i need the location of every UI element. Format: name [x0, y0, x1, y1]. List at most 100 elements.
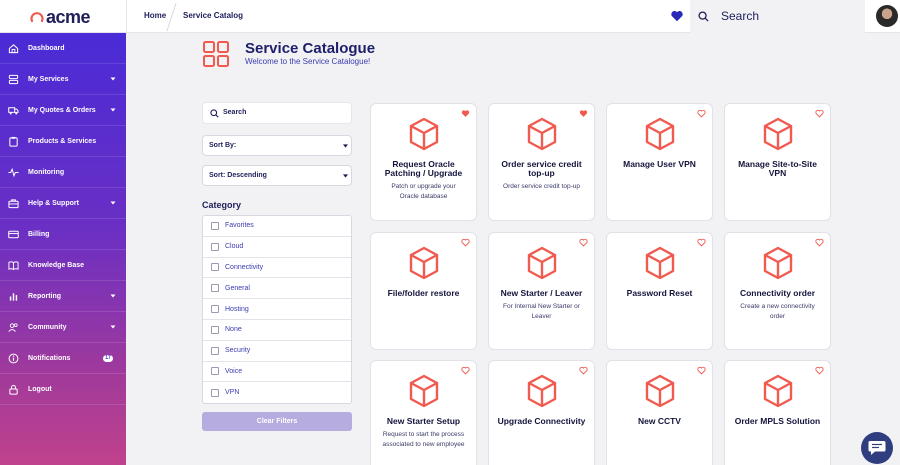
- checkbox[interactable]: [211, 263, 219, 272]
- category-filter-cloud[interactable]: Cloud: [203, 237, 351, 258]
- checkbox[interactable]: [211, 388, 219, 397]
- users-icon: [8, 322, 18, 332]
- sidebar-item-notifications[interactable]: Notifications 17: [0, 343, 126, 374]
- heart-outline-icon[interactable]: [697, 366, 706, 375]
- sidebar-item-label: Dashboard: [28, 44, 65, 52]
- cube-icon: [527, 374, 557, 408]
- sidebar-item-monitoring[interactable]: Monitoring: [0, 157, 126, 188]
- logo-text: acme: [46, 6, 91, 27]
- truck-icon: [8, 106, 19, 115]
- sort-order-select[interactable]: Sort: Descending: [202, 165, 352, 186]
- service-card[interactable]: Connectivity order Create a new connectiv…: [724, 232, 831, 350]
- sidebar-item-reporting[interactable]: Reporting: [0, 281, 126, 312]
- search-icon: [210, 109, 219, 118]
- checkbox[interactable]: [211, 221, 219, 230]
- service-card[interactable]: New Starter Setup Request to start the pr…: [370, 360, 477, 465]
- category-filter-favorites[interactable]: Favorites: [203, 216, 351, 237]
- category-filter-voice[interactable]: Voice: [203, 362, 351, 383]
- service-card-description: Order service credit top-up: [503, 183, 580, 190]
- service-card[interactable]: File/folder restore: [370, 232, 477, 350]
- sidebar-item-label: Billing: [28, 230, 50, 238]
- home-icon: [8, 43, 19, 53]
- divider: [126, 0, 127, 33]
- sort-order-label: Sort: Descending: [209, 172, 267, 179]
- breadcrumb-current: Service Catalog: [183, 11, 244, 20]
- sidebar-item-my-quotes-orders[interactable]: My Quotes & Orders: [0, 95, 126, 126]
- sidebar-item-knowledge-base[interactable]: Knowledge Base: [0, 250, 126, 281]
- checkbox[interactable]: [211, 284, 219, 293]
- chevron-down-icon: [110, 294, 116, 298]
- breadcrumb-separator: [166, 3, 177, 31]
- service-card[interactable]: Password Reset: [606, 232, 713, 350]
- service-card-description: Create a new connectivity order: [740, 303, 815, 320]
- user-avatar[interactable]: [876, 5, 898, 27]
- service-card[interactable]: Order service credit top-up Order service…: [488, 103, 595, 221]
- search-icon: [698, 11, 709, 22]
- heart-outline-icon[interactable]: [461, 366, 470, 375]
- breadcrumb-home-link[interactable]: Home: [144, 11, 166, 20]
- sidebar-item-community[interactable]: Community: [0, 312, 126, 343]
- checkbox[interactable]: [211, 325, 219, 334]
- sidebar-item-label: Logout: [28, 385, 52, 393]
- logo[interactable]: acme: [30, 6, 91, 28]
- category-filter-security[interactable]: Security: [203, 341, 351, 362]
- service-card-title: New CCTV: [638, 416, 681, 426]
- category-filter-vpn[interactable]: VPN: [203, 382, 351, 403]
- heart-outline-icon[interactable]: [697, 238, 706, 247]
- search-placeholder: Search: [223, 109, 247, 116]
- heart-outline-icon[interactable]: [815, 366, 824, 375]
- service-card[interactable]: Upgrade Connectivity: [488, 360, 595, 465]
- clipboard-icon: [9, 136, 18, 147]
- caret-down-icon: [343, 174, 348, 178]
- category-filter-general[interactable]: General: [203, 278, 351, 300]
- sidebar-item-label: Knowledge Base: [28, 261, 85, 269]
- sidebar-item-my-services[interactable]: My Services: [0, 64, 126, 95]
- catalogue-search-input[interactable]: Search: [202, 102, 352, 124]
- favorites-heart-icon[interactable]: [670, 9, 684, 23]
- checkbox[interactable]: [211, 346, 219, 355]
- category-label: Favorites: [225, 222, 254, 230]
- checkbox[interactable]: [211, 242, 219, 251]
- cube-icon: [527, 117, 557, 151]
- sidebar-item-billing[interactable]: Billing: [0, 219, 126, 250]
- category-filter-none[interactable]: None: [203, 320, 351, 341]
- service-card[interactable]: New CCTV: [606, 360, 713, 465]
- heart-outline-icon[interactable]: [579, 238, 588, 247]
- sidebar: Dashboard My Services My Quotes & Orders Pr…: [0, 33, 126, 465]
- page-title: Service Catalogue: [245, 40, 376, 57]
- heart-filled-icon[interactable]: [461, 109, 470, 118]
- clear-filters-button[interactable]: Clear Filters: [202, 412, 352, 431]
- heart-outline-icon[interactable]: [579, 366, 588, 375]
- global-search-input[interactable]: Search: [690, 0, 865, 33]
- service-card[interactable]: Order MPLS Solution: [724, 360, 831, 465]
- service-card[interactable]: Manage User VPN: [606, 103, 713, 221]
- sort-by-select[interactable]: Sort By:: [202, 135, 352, 156]
- sidebar-item-help-support[interactable]: Help & Support: [0, 188, 126, 219]
- category-label: VPN: [225, 389, 240, 397]
- chat-button[interactable]: [861, 432, 893, 464]
- sidebar-item-products-services[interactable]: Products & Services: [0, 126, 126, 157]
- service-card[interactable]: Request Oracle Patching / Upgrade Patch o…: [370, 103, 477, 221]
- category-list: Favorites Cloud Connectivity General Hosting…: [202, 215, 352, 405]
- service-card-title: New Starter / Leaver: [500, 288, 583, 298]
- sidebar-item-dashboard[interactable]: Dashboard: [0, 33, 126, 64]
- heart-outline-icon[interactable]: [697, 109, 706, 118]
- heart-outline-icon[interactable]: [815, 109, 824, 118]
- heart-filled-icon[interactable]: [579, 109, 588, 118]
- service-card[interactable]: New Starter / Leaver For Internal New Sta…: [488, 232, 595, 350]
- caret-down-icon: [343, 144, 348, 148]
- credit-card-icon: [8, 230, 19, 238]
- category-filter-connectivity[interactable]: Connectivity: [203, 258, 351, 279]
- cube-icon: [763, 246, 793, 280]
- category-label: Voice: [225, 367, 243, 375]
- heart-outline-icon[interactable]: [461, 238, 470, 247]
- cube-icon: [645, 117, 675, 151]
- category-filter-hosting[interactable]: Hosting: [203, 299, 351, 320]
- heart-outline-icon[interactable]: [815, 238, 824, 247]
- checkbox[interactable]: [211, 305, 219, 314]
- service-card[interactable]: Manage Site-to-Site VPN: [724, 103, 831, 221]
- cube-icon: [409, 374, 439, 408]
- chevron-down-icon: [110, 201, 116, 205]
- checkbox[interactable]: [211, 367, 219, 376]
- sidebar-item-logout[interactable]: Logout: [0, 374, 126, 405]
